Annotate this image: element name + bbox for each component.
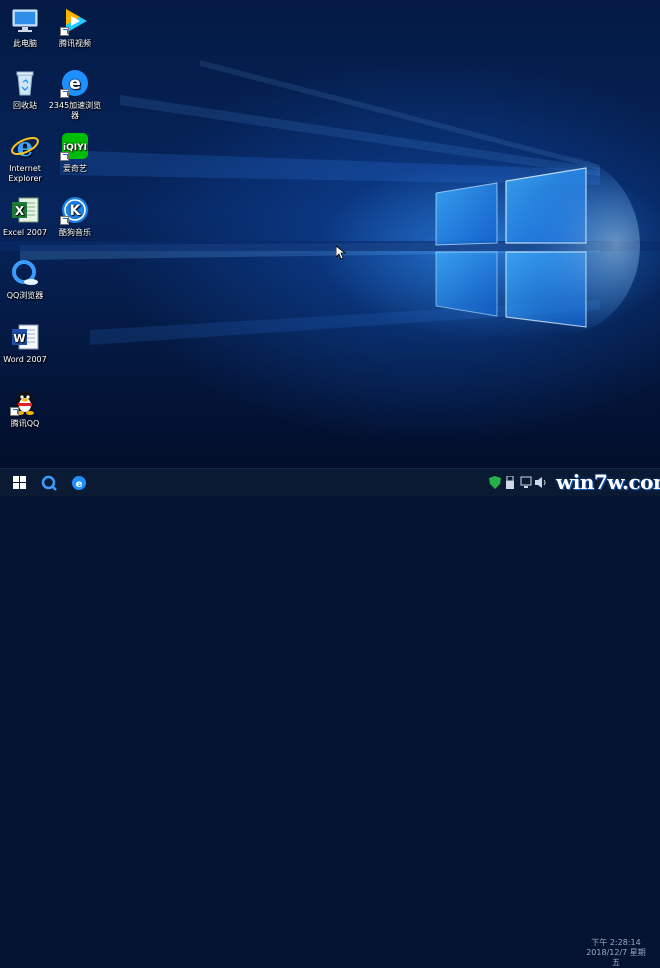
- taskbar-2345-browser[interactable]: e: [62, 469, 96, 496]
- svg-text:X: X: [15, 204, 25, 218]
- recycle-bin-icon: [10, 68, 40, 98]
- site-watermark: win7w.com: [556, 470, 660, 494]
- shortcut-arrow-icon: [10, 407, 19, 416]
- qq-browser-icon: [41, 475, 57, 491]
- svg-text:e: e: [76, 479, 83, 490]
- 2345-browser-icon: e: [60, 68, 90, 98]
- qq-penguin-icon: [10, 386, 40, 416]
- svg-text:K: K: [70, 203, 82, 219]
- windows-logo-icon: [12, 476, 26, 489]
- svg-text:W: W: [13, 332, 25, 345]
- icon-label: 腾讯视频: [59, 39, 91, 48]
- start-button[interactable]: [2, 469, 36, 496]
- icon-label: QQ浏览器: [6, 291, 44, 300]
- desktop-icon-iqiyi[interactable]: iQIYI 爱奇艺: [45, 131, 105, 174]
- iqiyi-icon: iQIYI: [60, 131, 90, 161]
- icon-label: 酷狗音乐: [59, 228, 91, 237]
- usb-device-icon[interactable]: [505, 475, 515, 490]
- word-icon: W: [10, 322, 40, 352]
- desktop[interactable]: 此电脑 腾讯视频 回收站 e 2345加速浏览器 e Internet Expl…: [0, 0, 660, 468]
- clock-date: 2018/12/7 星期五: [586, 948, 646, 967]
- internet-explorer-icon: e: [10, 131, 40, 163]
- icon-label: 2345加速浏览器: [48, 101, 102, 120]
- taskbar-qq-browser[interactable]: [32, 469, 66, 496]
- shortcut-arrow-icon: [60, 27, 69, 36]
- mouse-cursor-icon: [336, 246, 346, 260]
- desktop-icon-tencent-qq[interactable]: 腾讯QQ: [0, 386, 55, 429]
- tencent-video-icon: [60, 6, 90, 36]
- clock-time: 下午 2:28:14: [591, 938, 641, 947]
- desktop-icon-qq-browser[interactable]: QQ浏览器: [0, 258, 55, 301]
- desktop-icon-tencent-video[interactable]: 腾讯视频: [45, 6, 105, 49]
- taskbar-clock[interactable]: 下午 2:28:14 2018/12/7 星期五: [584, 938, 648, 968]
- security-shield-icon[interactable]: [489, 476, 501, 490]
- desktop-icon-word-2007[interactable]: W Word 2007: [0, 322, 55, 365]
- shortcut-arrow-icon: [60, 89, 69, 98]
- excel-icon: X: [10, 195, 40, 225]
- volume-icon[interactable]: [535, 476, 547, 490]
- icon-label: 爱奇艺: [63, 164, 87, 173]
- desktop-icon-kugou-music[interactable]: K 酷狗音乐: [45, 195, 105, 238]
- shortcut-arrow-icon: [60, 152, 69, 161]
- icon-label: Word 2007: [3, 355, 47, 364]
- network-icon[interactable]: [520, 476, 532, 490]
- qq-browser-icon: [10, 258, 40, 288]
- 2345-browser-icon: e: [72, 475, 86, 490]
- svg-text:e: e: [69, 74, 81, 94]
- desktop-icon-2345-browser[interactable]: e 2345加速浏览器: [45, 68, 105, 121]
- icon-label: 腾讯QQ: [10, 419, 40, 428]
- shortcut-arrow-icon: [60, 216, 69, 225]
- kugou-music-icon: K: [60, 195, 90, 225]
- computer-icon: [10, 6, 40, 36]
